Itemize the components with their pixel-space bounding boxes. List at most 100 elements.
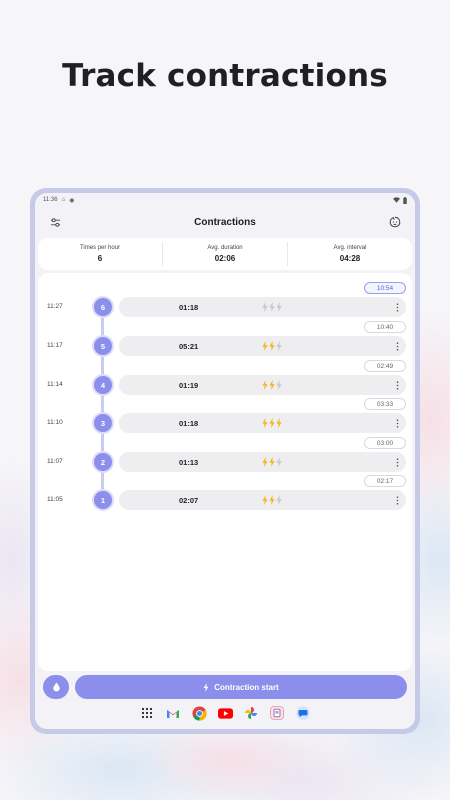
lightning-icon [276, 418, 282, 428]
lightning-icon [262, 418, 268, 428]
contraction-row[interactable]: 11:17 5 05:21 [38, 335, 412, 357]
contraction-duration: 02:07 [179, 496, 199, 505]
headline: Track contractions [62, 58, 388, 94]
app-drawer-icon[interactable] [139, 705, 155, 721]
intensity-indicator [262, 457, 282, 467]
device-frame: 11:36 ⌂ ◉ Contractions Times per hour 6 … [30, 188, 420, 734]
intensity-indicator [262, 495, 282, 505]
more-vert-icon[interactable] [394, 495, 400, 505]
contraction-bar[interactable]: 01:18 [119, 297, 406, 317]
contraction-start-label: Contraction start [214, 682, 279, 692]
lightning-icon [269, 380, 275, 390]
interval-pill[interactable]: 02:49 [364, 360, 406, 372]
gmail-icon[interactable] [165, 705, 181, 721]
lightning-icon [262, 495, 268, 505]
contraction-bar[interactable]: 02:07 [119, 490, 406, 510]
contraction-bar[interactable]: 01:19 [119, 375, 406, 395]
contractions-list: 10:54 11:27 6 01:18 10:40 11:17 5 05:21 [38, 273, 412, 671]
status-time: 11:36 [43, 197, 58, 203]
stat-times-per-hour: Times per hour 6 [38, 242, 163, 266]
more-vert-icon[interactable] [394, 302, 400, 312]
app-bar: Contractions [35, 207, 415, 237]
contraction-row[interactable]: 11:27 6 01:18 [38, 296, 412, 318]
contraction-time: 11:07 [47, 458, 63, 465]
contraction-row[interactable]: 11:10 3 01:18 [38, 412, 412, 434]
stat-value: 04:28 [339, 254, 361, 263]
contraction-number: 5 [94, 337, 112, 355]
contraction-row[interactable]: 11:14 4 01:19 [38, 374, 412, 396]
battery-icon [403, 196, 407, 204]
more-vert-icon[interactable] [394, 457, 400, 467]
lightning-icon [262, 457, 268, 467]
intensity-indicator [262, 341, 282, 351]
interval-pill[interactable]: 10:40 [364, 321, 406, 333]
contraction-number: 6 [94, 298, 112, 316]
more-vert-icon[interactable] [394, 418, 400, 428]
interval-pill[interactable]: 03:33 [364, 398, 406, 410]
lightning-icon [276, 341, 282, 351]
stat-label: Avg. duration [207, 245, 243, 251]
lightning-icon [276, 495, 282, 505]
stat-label: Times per hour [79, 245, 121, 251]
bottom-action-bar: Contraction start [43, 675, 407, 699]
lightning-icon [262, 341, 268, 351]
lightning-icon [269, 457, 275, 467]
contraction-number: 4 [94, 376, 112, 394]
lightning-icon [262, 380, 268, 390]
contraction-duration: 01:13 [179, 458, 199, 467]
lightning-icon [276, 302, 282, 312]
contraction-duration: 05:21 [179, 342, 199, 351]
more-vert-icon[interactable] [394, 341, 400, 351]
contraction-time: 11:14 [47, 381, 63, 388]
interval-pill[interactable]: 03:00 [364, 437, 406, 449]
contraction-number: 1 [94, 491, 112, 509]
filter-button[interactable] [47, 214, 63, 230]
lightning-icon [269, 341, 275, 351]
contraction-number: 2 [94, 453, 112, 471]
contraction-number: 3 [94, 414, 112, 432]
gallery-icon[interactable] [269, 705, 285, 721]
sliders-icon [50, 217, 60, 227]
contraction-bar[interactable]: 01:13 [119, 452, 406, 472]
lightning-icon [262, 302, 268, 312]
contraction-time: 11:10 [47, 419, 63, 426]
contraction-row[interactable]: 11:07 2 01:13 [38, 451, 412, 473]
lightning-icon [276, 457, 282, 467]
photos-icon[interactable] [243, 705, 259, 721]
contraction-duration: 01:18 [179, 303, 199, 312]
app-screen: 11:36 ⌂ ◉ Contractions Times per hour 6 … [35, 193, 415, 729]
stat-value: 02:06 [214, 254, 236, 263]
stat-avg-interval: Avg. interval 04:28 [288, 242, 412, 266]
notification-icon-2: ◉ [69, 197, 75, 204]
contraction-time: 11:17 [47, 342, 63, 349]
interval-pill[interactable]: 02:17 [364, 475, 406, 487]
stat-avg-duration: Avg. duration 02:06 [163, 242, 288, 266]
baby-face-icon [389, 216, 401, 228]
page-title: Contractions [194, 216, 256, 228]
youtube-icon[interactable] [217, 705, 233, 721]
contraction-time: 11:05 [47, 496, 63, 503]
chrome-icon[interactable] [191, 705, 207, 721]
stats-summary: Times per hour 6 Avg. duration 02:06 Avg… [38, 238, 412, 270]
wifi-icon [393, 197, 400, 203]
messages-icon[interactable] [295, 705, 311, 721]
interval-pill[interactable]: 10:54 [364, 282, 406, 294]
taskbar [35, 703, 415, 723]
lightning-icon [269, 302, 275, 312]
drop-icon [52, 682, 60, 692]
contraction-start-button[interactable]: Contraction start [75, 675, 407, 699]
contraction-duration: 01:18 [179, 419, 199, 428]
contraction-time: 11:27 [47, 303, 63, 310]
contraction-bar[interactable]: 01:18 [119, 413, 406, 433]
profile-button[interactable] [387, 214, 403, 230]
stat-label: Avg. interval [333, 245, 367, 251]
notification-icon: ⌂ [61, 197, 66, 203]
more-vert-icon[interactable] [394, 380, 400, 390]
contraction-bar[interactable]: 05:21 [119, 336, 406, 356]
lightning-icon [276, 380, 282, 390]
intensity-indicator [262, 380, 282, 390]
contraction-row[interactable]: 11:05 1 02:07 [38, 489, 412, 511]
lightning-icon [269, 495, 275, 505]
contraction-duration: 01:19 [179, 381, 199, 390]
tip-button[interactable] [43, 675, 69, 699]
